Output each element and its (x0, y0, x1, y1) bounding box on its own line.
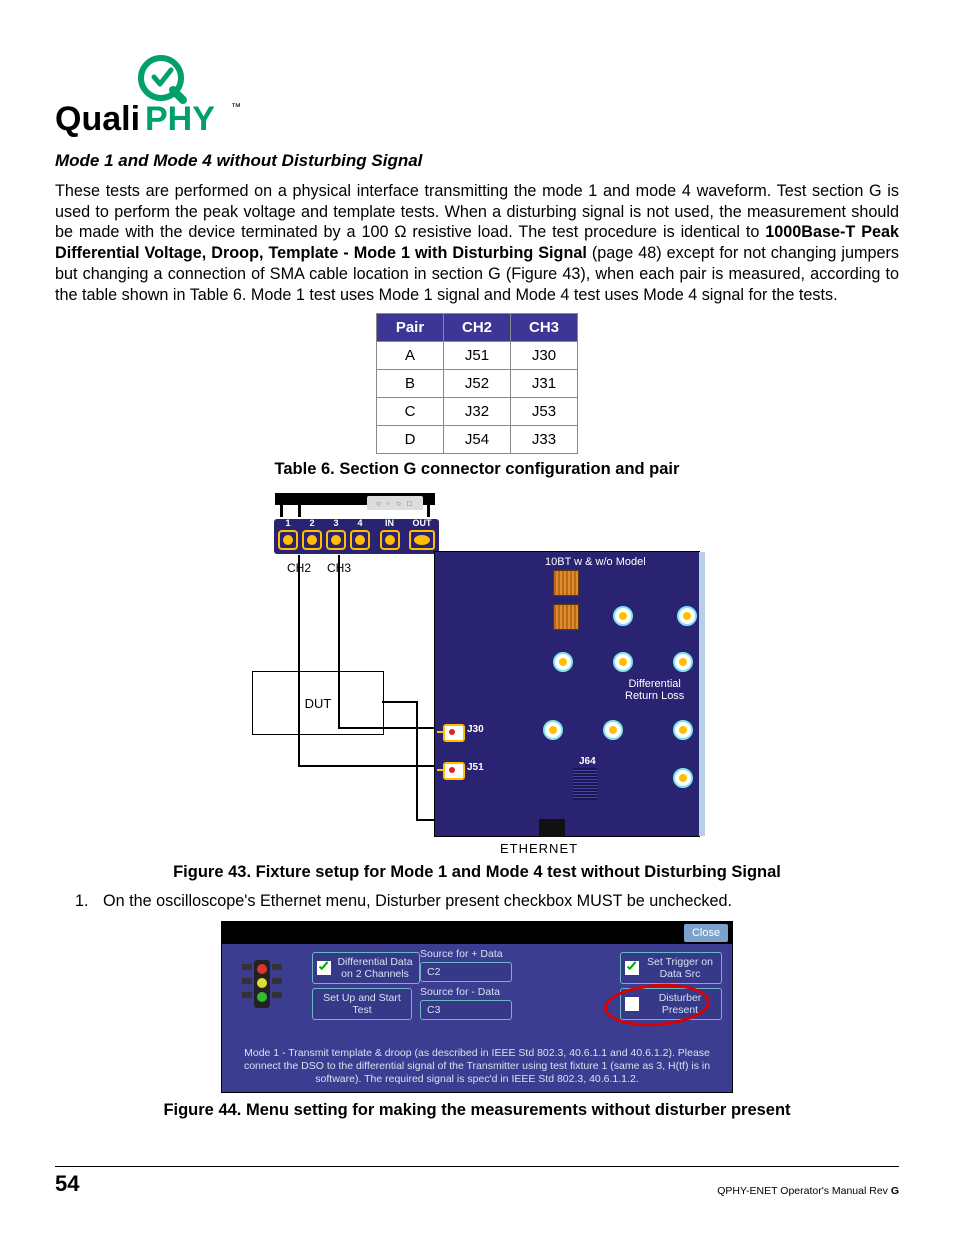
board-label-10bt: 10BT w & w/o Model (545, 556, 646, 568)
scope-jack-row: 1 2 3 4 IN OUT (274, 519, 439, 554)
set-trigger-checkbox[interactable]: Set Trigger on Data Src (620, 952, 722, 984)
test-fixture-board: 10BT w & w/o Model Differential Return L… (434, 551, 700, 837)
dut-box: DUT (252, 671, 384, 735)
stoplight-icon (234, 954, 289, 1014)
section-heading: Mode 1 and Mode 4 without Disturbing Sig… (55, 151, 899, 171)
figure-44-dialog: Close Differential Data on 2 Channels Se… (221, 921, 733, 1093)
j64-label: J64 (579, 756, 596, 767)
figure-44-caption: Figure 44. Menu setting for making the m… (55, 1101, 899, 1120)
source-minus-label: Source for - Data (420, 986, 500, 999)
step-list: On the oscilloscope's Ethernet menu, Dis… (55, 892, 899, 911)
ethernet-label: ETHERNET (500, 841, 578, 856)
th-pair: Pair (377, 314, 444, 342)
connector-table: Pair CH2 CH3 AJ51J30 BJ52J31 CJ32J53 DJ5… (376, 313, 578, 454)
figure-43-caption: Figure 43. Fixture setup for Mode 1 and … (55, 863, 899, 882)
differential-data-checkbox[interactable]: Differential Data on 2 Channels (312, 952, 420, 984)
figure-43-diagram: ○ ◦ ○ □ 1 2 3 4 IN OUT CH2 CH3 DUT (252, 489, 702, 855)
sma-j51-icon (443, 762, 465, 780)
page-footer: 54 QPHY-ENET Operator's Manual Rev G (55, 1166, 899, 1197)
j51-label: J51 (467, 762, 484, 773)
source-minus-field[interactable]: C3 (420, 1000, 512, 1020)
board-label-drl2: Return Loss (625, 690, 684, 702)
table-caption: Table 6. Section G connector configurati… (55, 460, 899, 479)
svg-text:Quali: Quali (55, 100, 140, 138)
checkbox-checked-icon (317, 961, 331, 975)
footer-right: QPHY-ENET Operator's Manual Rev G (717, 1185, 899, 1197)
th-ch2: CH2 (444, 314, 511, 342)
source-plus-field[interactable]: C2 (420, 962, 512, 982)
svg-text:™: ™ (231, 102, 241, 113)
step-1: On the oscilloscope's Ethernet menu, Dis… (93, 892, 899, 911)
body-paragraph: These tests are performed on a physical … (55, 181, 899, 305)
table-row: BJ52J31 (377, 370, 578, 398)
source-plus-label: Source for + Data (420, 948, 503, 961)
board-label-drl1: Differential (628, 678, 680, 690)
table-row: CJ32J53 (377, 398, 578, 426)
scope-toolbar-icon: ○ ◦ ○ □ (367, 496, 423, 510)
th-ch3: CH3 (511, 314, 578, 342)
svg-text:PHY: PHY (145, 100, 215, 138)
red-highlight-circle (603, 981, 712, 1030)
table-row: DJ54J33 (377, 426, 578, 454)
close-button[interactable]: Close (684, 924, 728, 942)
j30-label: J30 (467, 724, 484, 735)
setup-start-test-button[interactable]: Set Up and Start Test (312, 988, 412, 1020)
table-row: AJ51J30 (377, 342, 578, 370)
dialog-message: Mode 1 - Transmit template & droop (as d… (230, 1047, 724, 1086)
sma-j30-icon (443, 724, 465, 742)
page-number: 54 (55, 1171, 79, 1197)
checkbox-checked-icon (625, 961, 639, 975)
qualiphy-logo: Quali PHY ™ (55, 50, 899, 145)
